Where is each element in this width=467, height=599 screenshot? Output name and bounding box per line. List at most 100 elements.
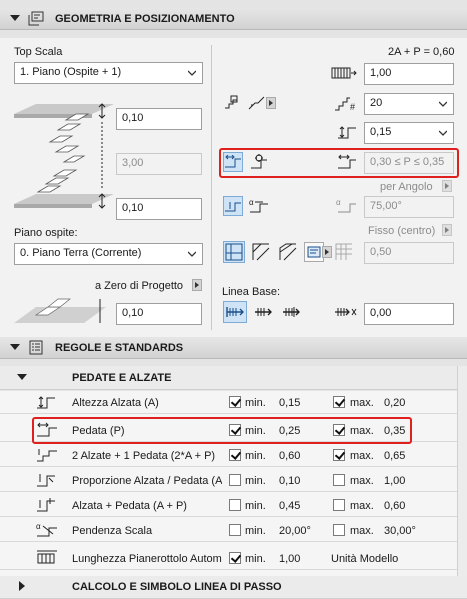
min-label: min.: [245, 553, 266, 565]
landing-length-icon: [37, 550, 57, 564]
zero-progetto-input[interactable]: 0,10: [116, 303, 202, 325]
rules-scrollbar[interactable]: [457, 366, 467, 576]
rule-name: Altezza Alzata (A): [72, 397, 159, 409]
rules-section-title: REGOLE E STANDARDS: [55, 342, 184, 354]
min-value[interactable]: 20,00°: [279, 525, 311, 537]
tread-lock-button[interactable]: [223, 152, 243, 172]
min-value[interactable]: 0,60: [279, 450, 300, 462]
tread-auto-button[interactable]: [249, 152, 269, 172]
min-checkbox[interactable]: [229, 449, 241, 461]
slope-by-tread-button[interactable]: [223, 196, 243, 216]
walkline-menu-button[interactable]: [322, 246, 332, 258]
min-value[interactable]: 0,15: [279, 397, 300, 409]
zero-progetto-label: a Zero di Progetto: [95, 280, 184, 292]
rule-row-riser-height: Altezza Alzata (A) min. 0,15 max. 0,20: [0, 391, 467, 414]
min-label: min.: [245, 475, 266, 487]
flight-width-input[interactable]: 1,00: [364, 63, 454, 85]
pedate-subsection-header[interactable]: PEDATE E ALZATE: [0, 366, 467, 390]
piano-ospite-dropdown[interactable]: 0. Piano Terra (Corrente): [14, 243, 203, 265]
stair-section-illustration: [14, 103, 114, 209]
fisso-menu-button[interactable]: [442, 224, 452, 236]
calcolo-subsection-title: CALCOLO E SIMBOLO LINEA DI PASSO: [72, 581, 282, 593]
walkline-center-button[interactable]: [251, 242, 271, 262]
baseline-right-button[interactable]: [279, 302, 303, 322]
walkline-right-button[interactable]: [278, 242, 298, 262]
max-checkbox[interactable]: [333, 499, 345, 511]
zero-progetto-menu-button[interactable]: [192, 279, 202, 291]
collapse-triangle-icon[interactable]: [10, 344, 20, 350]
list-icon: [307, 246, 321, 258]
rules-section-header[interactable]: REGOLE E STANDARDS: [0, 337, 467, 359]
rule-row-a-plus-p: Alzata + Pedata (A + P) min. 0,45 max. 0…: [0, 494, 467, 517]
two-risers-tread-icon: [37, 449, 57, 462]
tread-range-input[interactable]: 0,30 ≤ P ≤ 0,35: [364, 152, 454, 174]
min-checkbox[interactable]: [229, 396, 241, 408]
rule-name: Proporzione Alzata / Pedata (A / P): [72, 475, 222, 487]
max-checkbox[interactable]: [333, 474, 345, 486]
max-checkbox[interactable]: [333, 524, 345, 536]
collapse-triangle-icon[interactable]: [10, 15, 20, 21]
top-offset-input[interactable]: 0,10: [116, 108, 202, 130]
riser-height-dropdown[interactable]: 0,15: [364, 122, 454, 144]
min-value[interactable]: 0,45: [279, 500, 300, 512]
fisso-label: Fisso (centro): [368, 225, 436, 237]
min-value[interactable]: 1,00: [279, 553, 300, 565]
min-label: min.: [245, 397, 266, 409]
min-checkbox[interactable]: [229, 474, 241, 486]
max-value[interactable]: 0,60: [384, 500, 405, 512]
angle-input[interactable]: 75,00°: [364, 196, 454, 218]
collapse-triangle-icon[interactable]: [17, 374, 27, 380]
max-checkbox[interactable]: [333, 396, 345, 408]
rule-name: Lunghezza Pianerottolo Automatico: [72, 553, 222, 565]
bottom-offset-input[interactable]: 0,10: [116, 198, 202, 220]
zero-level-illustration: [14, 298, 106, 323]
min-checkbox[interactable]: [229, 499, 241, 511]
baseline-center-button[interactable]: [251, 302, 275, 322]
walkline-left-icon: [225, 243, 243, 261]
max-value[interactable]: 0,65: [384, 450, 405, 462]
formula-readout: 2A + P = 0,60: [388, 46, 455, 58]
proportion-icon: [37, 474, 55, 487]
walkline-custom-button[interactable]: [304, 242, 324, 262]
stair-rise-menu-button[interactable]: [266, 97, 276, 109]
stair-height-input[interactable]: 3,00: [116, 153, 202, 175]
min-value[interactable]: 0,10: [279, 475, 300, 487]
rules-icon: [29, 340, 43, 355]
svg-text:α: α: [249, 198, 254, 207]
baseline-offset-input[interactable]: 0,00: [364, 303, 454, 325]
baseline-offset-icon: [335, 308, 357, 316]
calcolo-subsection-header[interactable]: CALCOLO E SIMBOLO LINEA DI PASSO: [0, 576, 467, 599]
geometry-section-header[interactable]: GEOMETRIA E POSIZIONAMENTO: [0, 8, 467, 30]
max-value[interactable]: 1,00: [384, 475, 405, 487]
min-checkbox[interactable]: [229, 524, 241, 536]
rule-row-2a-p: 2 Alzate + 1 Pedata (2*A + P) min. 0,60 …: [0, 444, 467, 467]
chevron-down-icon: [439, 101, 447, 107]
svg-text:α: α: [336, 198, 341, 207]
fisso-input[interactable]: 0,50: [364, 242, 454, 264]
max-checkbox[interactable]: [333, 449, 345, 461]
risers-count-value: 20: [370, 97, 383, 109]
top-scala-dropdown[interactable]: 1. Piano (Ospite + 1): [14, 62, 203, 84]
risers-count-dropdown[interactable]: 20: [364, 93, 454, 115]
stair-rise-type-button[interactable]: [247, 92, 267, 112]
max-value[interactable]: 30,00°: [384, 525, 416, 537]
max-label: max.: [350, 397, 374, 409]
min-checkbox[interactable]: [229, 552, 241, 564]
expand-triangle-icon[interactable]: [19, 581, 25, 591]
walkline-center-icon: [252, 243, 270, 261]
baseline-left-button[interactable]: [223, 301, 247, 323]
angle-value-icon: α: [336, 198, 356, 213]
tread-riser-icon: [225, 202, 241, 212]
riser-height-icon: [37, 396, 55, 409]
stair-type-button[interactable]: [222, 92, 242, 112]
flight-width-icon: [331, 67, 357, 79]
max-value[interactable]: 0,20: [384, 397, 405, 409]
per-angolo-menu-button[interactable]: [442, 180, 452, 192]
rule-row-proportion: Proporzione Alzata / Pedata (A / P) min.…: [0, 469, 467, 492]
walkline-left-button[interactable]: [223, 241, 245, 263]
walkline-grid-button[interactable]: [334, 242, 354, 262]
min-label: min.: [245, 525, 266, 537]
piano-ospite-label: Piano ospite:: [14, 227, 78, 239]
pedate-subsection-title: PEDATE E ALZATE: [72, 372, 172, 384]
slope-by-angle-button[interactable]: α: [249, 196, 269, 216]
